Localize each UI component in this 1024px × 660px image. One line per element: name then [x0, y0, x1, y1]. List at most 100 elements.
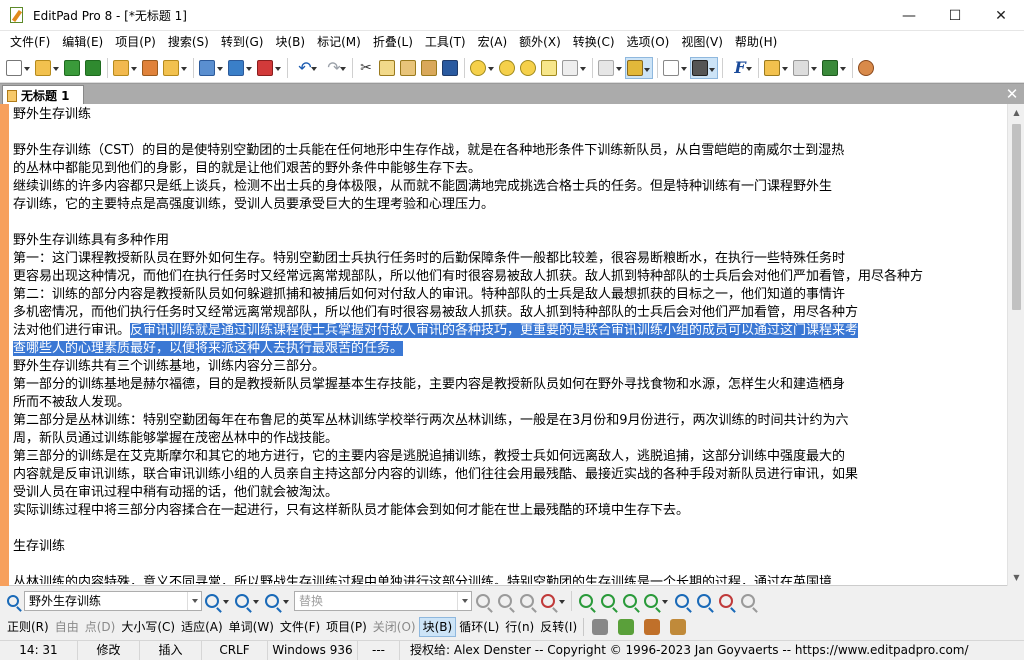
search-options-button[interactable]: [737, 590, 759, 612]
count-button[interactable]: [619, 590, 641, 612]
syntax-color-icon[interactable]: [596, 57, 624, 79]
option-toggle-7[interactable]: 项目(P): [323, 617, 370, 637]
menu-macro[interactable]: 宏(A): [472, 32, 514, 52]
fox-icon[interactable]: [644, 619, 661, 635]
menu-fold[interactable]: 折叠(L): [367, 32, 419, 52]
minimize-button[interactable]: —: [886, 0, 932, 31]
menu-mark[interactable]: 标记(M): [311, 32, 367, 52]
menu-goto[interactable]: 转到(G): [215, 32, 270, 52]
copy-icon[interactable]: [377, 57, 397, 79]
encoding[interactable]: Windows 936: [268, 640, 358, 660]
find-prev-button[interactable]: [262, 590, 292, 612]
save-icon[interactable]: [62, 57, 82, 79]
find-all-button[interactable]: [597, 590, 619, 612]
close-button[interactable]: ✕: [978, 0, 1024, 31]
menu-options[interactable]: 选项(O): [621, 32, 676, 52]
tools-icon[interactable]: [791, 57, 819, 79]
scroll-up-arrow[interactable]: ▲: [1008, 104, 1024, 121]
option-toggle-2[interactable]: 点(D): [82, 617, 119, 637]
menu-edit[interactable]: 编辑(E): [56, 32, 109, 52]
tab-untitled-1[interactable]: 无标题 1: [2, 85, 84, 105]
scroll-down-arrow[interactable]: ▼: [1008, 569, 1024, 586]
menu-search[interactable]: 搜索(S): [162, 32, 215, 52]
find-next-button[interactable]: [232, 590, 262, 612]
zoom-in-icon[interactable]: [497, 57, 517, 79]
cut-icon[interactable]: ✂: [356, 57, 376, 79]
highlight-all-button[interactable]: [575, 590, 597, 612]
columns-icon[interactable]: [690, 56, 718, 79]
chevron-down-icon[interactable]: [187, 592, 201, 610]
menu-block[interactable]: 块(B): [270, 32, 312, 52]
mark-all-button[interactable]: [693, 590, 715, 612]
open-folder-icon[interactable]: [33, 57, 61, 79]
search-icon[interactable]: [468, 57, 496, 79]
move-to-icon[interactable]: [161, 57, 189, 79]
replace-button[interactable]: [472, 590, 494, 612]
menu-help[interactable]: 帮助(H): [729, 32, 783, 52]
save-all-icon[interactable]: [83, 57, 103, 79]
edit-pen-icon[interactable]: [560, 57, 588, 79]
option-toggle-9[interactable]: 块(B): [418, 617, 457, 637]
paste-icon[interactable]: [398, 57, 418, 79]
menu-view[interactable]: 视图(V): [675, 32, 729, 52]
highlight-icon[interactable]: [539, 57, 559, 79]
open-project-icon[interactable]: [111, 57, 139, 79]
syntax-toggle-icon[interactable]: [625, 56, 653, 79]
editor-pane[interactable]: 野外生存训练 野外生存训练（CST）的目的是使特别空勤团的士兵能在任何地形中生存…: [0, 104, 1024, 586]
text-area[interactable]: 野外生存训练 野外生存训练（CST）的目的是使特别空勤团的士兵能在任何地形中生存…: [13, 106, 1005, 584]
option-toggle-1[interactable]: 自由: [52, 617, 82, 637]
page-icon[interactable]: [661, 57, 689, 79]
plug-icon[interactable]: [226, 57, 254, 79]
replace-input[interactable]: 替换: [294, 591, 472, 611]
font-icon[interactable]: F: [726, 57, 754, 79]
select-all-button[interactable]: [671, 590, 693, 612]
redo-icon[interactable]: ↷: [320, 57, 348, 79]
people-icon[interactable]: [856, 57, 876, 79]
maximize-button[interactable]: ☐: [932, 0, 978, 31]
menu-tools[interactable]: 工具(T): [419, 32, 472, 52]
menu-extra[interactable]: 额外(X): [513, 32, 567, 52]
clear-history-icon[interactable]: [592, 619, 609, 635]
zoom-out-icon[interactable]: [518, 57, 538, 79]
text-line: 第二：训练的部分内容是教授新队员如何躲避抓捕和被捕后如何对付敌人的审讯。特种部队…: [13, 286, 1005, 304]
macro-icon[interactable]: [762, 57, 790, 79]
menu-file[interactable]: 文件(F): [4, 32, 56, 52]
swap-icon[interactable]: [440, 57, 460, 79]
ruler-icon[interactable]: [820, 57, 848, 79]
undo-icon[interactable]: ↶: [291, 57, 319, 79]
add-search-icon[interactable]: [618, 619, 635, 635]
insert-mode[interactable]: 插入: [140, 640, 202, 660]
vertical-scrollbar[interactable]: ▲ ▼: [1007, 104, 1024, 586]
chevron-down-icon[interactable]: [457, 592, 471, 610]
stamp-icon[interactable]: [255, 57, 283, 79]
option-toggle-5[interactable]: 单词(W): [226, 617, 277, 637]
option-toggle-6[interactable]: 文件(F): [277, 617, 323, 637]
scroll-thumb[interactable]: [1012, 124, 1021, 310]
history-button[interactable]: [715, 590, 737, 612]
option-toggle-10[interactable]: 循环(L): [456, 617, 502, 637]
replace-all-button[interactable]: [538, 590, 568, 612]
option-toggle-4[interactable]: 适应(A): [178, 617, 226, 637]
clipboard-icon[interactable]: [419, 57, 439, 79]
copy-to-icon[interactable]: [140, 57, 160, 79]
search-input[interactable]: 野外生存训练: [24, 591, 202, 611]
line-break-type[interactable]: CRLF: [202, 640, 268, 660]
replace-next-button[interactable]: [494, 590, 516, 612]
replace-prev-button[interactable]: [516, 590, 538, 612]
menu-project[interactable]: 项目(P): [109, 32, 162, 52]
find-first-button[interactable]: [202, 590, 232, 612]
option-toggle-0[interactable]: 正则(R): [4, 617, 52, 637]
option-toggle-3[interactable]: 大小写(C): [118, 617, 178, 637]
new-file-icon[interactable]: [4, 57, 32, 79]
feather-icon[interactable]: [670, 619, 687, 635]
text-line: 实际训练过程中将三部分内容揉合在一起进行，只有这样新队员才能体会到如何才能在世上…: [13, 502, 1005, 520]
app-icon[interactable]: [9, 7, 25, 23]
fold-button[interactable]: [641, 590, 671, 612]
menu-convert[interactable]: 转换(C): [567, 32, 621, 52]
print-preview-icon[interactable]: [197, 57, 225, 79]
close-tab-button[interactable]: ✕: [1003, 84, 1021, 104]
option-toggle-11[interactable]: 行(n): [502, 617, 537, 637]
option-toggle-12[interactable]: 反转(I): [537, 617, 580, 637]
line-text: 周，新队员通过训练能够掌握在茂密丛林中的作战技能。: [13, 431, 339, 446]
option-toggle-8[interactable]: 关闭(O): [370, 617, 419, 637]
